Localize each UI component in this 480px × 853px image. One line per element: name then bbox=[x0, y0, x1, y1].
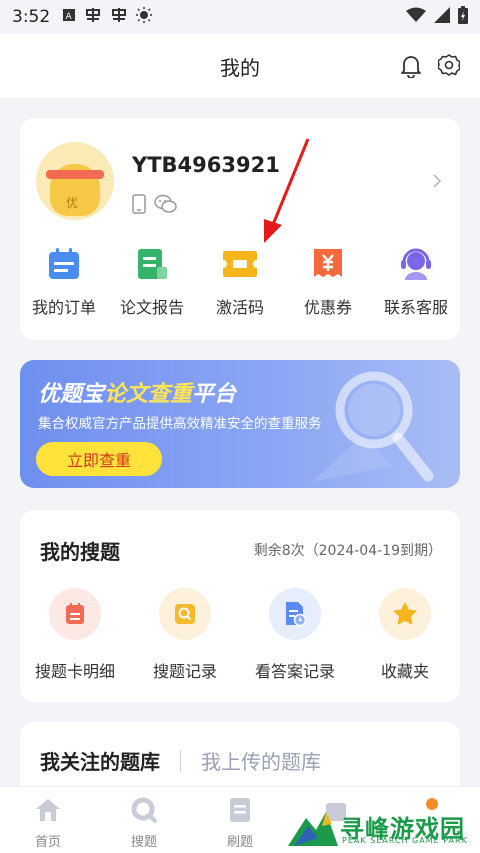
coupon-icon bbox=[310, 246, 346, 282]
banner-title-main: 优题宝 bbox=[38, 382, 105, 407]
card-detail-icon bbox=[49, 588, 101, 640]
annotation-arrow-icon bbox=[258, 135, 318, 251]
search-icon bbox=[130, 797, 158, 827]
tab-divider bbox=[180, 749, 181, 772]
svg-text:A: A bbox=[66, 12, 73, 22]
ticket-icon bbox=[222, 246, 258, 282]
check-now-button[interactable]: 立即查重 bbox=[36, 442, 162, 476]
my-search-item-label: 搜题记录 bbox=[152, 662, 217, 681]
practice-icon bbox=[227, 797, 253, 827]
search-record-icon bbox=[159, 588, 211, 640]
document-icon bbox=[134, 246, 170, 282]
app-notification-icon bbox=[110, 7, 128, 27]
chevron-right-icon[interactable] bbox=[432, 170, 442, 195]
question-bank-tabs: 我关注的题库 我上传的题库 bbox=[40, 746, 321, 775]
star-icon bbox=[379, 588, 431, 640]
brightness-icon bbox=[136, 7, 153, 27]
nav-label: 首页 bbox=[34, 835, 61, 850]
my-search-item-label: 看答案记录 bbox=[254, 662, 335, 681]
app-notification-icon bbox=[84, 7, 102, 27]
headset-icon bbox=[398, 246, 434, 282]
nav-search[interactable]: 搜题 bbox=[96, 787, 192, 853]
watermark-logo bbox=[288, 811, 338, 846]
banner-subtitle: 集合权威官方产品提供高效精准安全的查重服务 bbox=[38, 416, 322, 432]
app-notification-icon: A bbox=[62, 8, 76, 26]
quick-actions: 我的订单 论文报告 激活码 优惠券 联系客服 bbox=[20, 246, 460, 318]
quick-item-customer-service[interactable]: 联系客服 bbox=[372, 246, 460, 318]
battery-icon bbox=[458, 5, 468, 29]
status-bar: 3:52 A bbox=[0, 0, 480, 34]
quick-item-reports[interactable]: 论文报告 bbox=[108, 246, 196, 318]
wechat-icon bbox=[154, 194, 178, 218]
promo-banner[interactable]: 优题宝论文查重平台 集合权威官方产品提供高效精准安全的查重服务 立即查重 bbox=[20, 360, 460, 488]
tab-uploaded-banks[interactable]: 我上传的题库 bbox=[201, 746, 321, 775]
my-search-card: 我的搜题 剩余8次（2024-04-19到期） 搜题卡明细 搜题记录 看答案记录… bbox=[20, 510, 460, 702]
gear-icon[interactable] bbox=[437, 54, 461, 80]
my-search-items: 搜题卡明细 搜题记录 看答案记录 收藏夹 bbox=[20, 588, 460, 682]
watermark-subtext: PEAK SEARCH GAME PARK bbox=[342, 836, 468, 845]
quick-item-label: 激活码 bbox=[215, 298, 264, 317]
status-time: 3:52 bbox=[12, 7, 51, 27]
my-search-title: 我的搜题 bbox=[40, 540, 120, 564]
search-card-detail[interactable]: 搜题卡明细 bbox=[20, 588, 130, 682]
quick-item-activation-code[interactable]: 激活码 bbox=[196, 246, 284, 318]
favorites[interactable]: 收藏夹 bbox=[350, 588, 460, 682]
banner-title-tail: 平台 bbox=[192, 382, 237, 407]
avatar-headband bbox=[46, 170, 104, 179]
quick-item-coupons[interactable]: 优惠券 bbox=[284, 246, 372, 318]
home-icon bbox=[34, 797, 62, 827]
tab-followed-banks[interactable]: 我关注的题库 bbox=[40, 746, 160, 775]
watermark: 寻峰游戏园 PEAK SEARCH GAME PARK bbox=[286, 800, 480, 853]
quick-item-label: 优惠券 bbox=[303, 298, 352, 317]
banner-title: 优题宝论文查重平台 bbox=[38, 376, 236, 408]
answer-record-icon bbox=[269, 588, 321, 640]
quick-item-label: 论文报告 bbox=[119, 298, 184, 317]
signal-icon bbox=[434, 6, 450, 28]
nav-home[interactable]: 首页 bbox=[0, 787, 96, 853]
phone-icon bbox=[132, 194, 146, 218]
quick-item-orders[interactable]: 我的订单 bbox=[20, 246, 108, 318]
profile-card: 优 YTB4963921 我的订单 论文报告 激活码 优惠券 联系客服 bbox=[20, 118, 460, 340]
avatar[interactable]: 优 bbox=[36, 142, 114, 220]
search-record[interactable]: 搜题记录 bbox=[130, 588, 240, 682]
device-icons bbox=[132, 194, 178, 218]
nav-label: 搜题 bbox=[130, 835, 157, 850]
remaining-count: 剩余8次（2024-04-19到期） bbox=[253, 543, 442, 559]
avatar-glyph: 优 bbox=[66, 196, 79, 210]
nav-practice[interactable]: 刷题 bbox=[192, 787, 288, 853]
my-search-item-label: 收藏夹 bbox=[380, 662, 429, 681]
my-search-item-label: 搜题卡明细 bbox=[34, 662, 115, 681]
banner-title-highlight: 论文查重 bbox=[104, 382, 193, 407]
wifi-icon bbox=[406, 7, 426, 28]
page-title: 我的 bbox=[220, 55, 260, 80]
calendar-icon bbox=[46, 246, 82, 282]
quick-item-label: 我的订单 bbox=[31, 298, 96, 317]
nav-label: 刷题 bbox=[226, 835, 253, 850]
answer-record[interactable]: 看答案记录 bbox=[240, 588, 350, 682]
bell-icon[interactable] bbox=[400, 54, 422, 82]
top-header: 我的 bbox=[0, 34, 480, 98]
quick-item-label: 联系客服 bbox=[383, 298, 448, 317]
magnifier-icon bbox=[312, 371, 434, 482]
